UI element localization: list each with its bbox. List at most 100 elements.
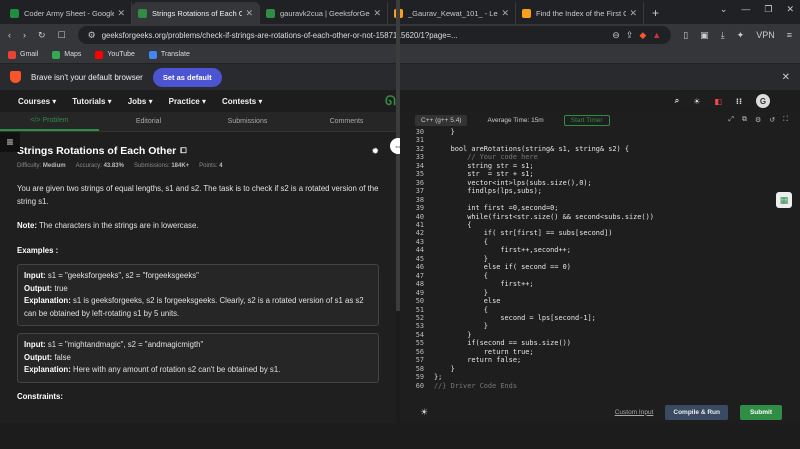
- close-tab-icon[interactable]: ✕: [629, 8, 637, 19]
- share-icon[interactable]: ⇪: [626, 30, 634, 41]
- code-text[interactable]: return false;: [434, 356, 521, 364]
- settings-icon[interactable]: ⚙: [755, 116, 761, 124]
- close-tab-icon[interactable]: ✕: [373, 8, 381, 19]
- tab-title[interactable]: gauravk2cua | GeeksforGeeks Pr: [280, 9, 370, 18]
- start-timer-button[interactable]: Start Timer: [563, 114, 610, 126]
- nav-item[interactable]: Tutorials ▾: [72, 97, 111, 106]
- vpn-button[interactable]: VPN: [756, 30, 775, 40]
- close-tab-icon[interactable]: ✕: [117, 8, 125, 19]
- close-banner-icon[interactable]: ✕: [782, 72, 790, 83]
- nav-item[interactable]: Jobs ▾: [128, 97, 153, 106]
- code-line[interactable]: 48 first++;: [408, 280, 800, 288]
- leo-icon[interactable]: ✦: [737, 30, 745, 41]
- menu-icon[interactable]: ≡: [787, 30, 792, 40]
- code-text[interactable]: int first =0,second=0;: [434, 204, 558, 212]
- problem-tab[interactable]: Submissions: [198, 112, 297, 131]
- code-text[interactable]: string str = s1;: [434, 162, 533, 170]
- chevron-down-icon[interactable]: ⌄: [720, 4, 728, 15]
- code-text[interactable]: return true;: [434, 348, 534, 356]
- bookmark-label[interactable]: Gmail: [20, 51, 38, 58]
- wallet-icon[interactable]: ▣: [700, 30, 709, 41]
- code-line[interactable]: 56 return true;: [408, 348, 800, 356]
- code-text[interactable]: findlps(lps,subs);: [434, 187, 542, 195]
- browser-tab[interactable]: gauravk2cua | GeeksforGeeks Pr✕: [260, 2, 388, 24]
- code-text[interactable]: {: [434, 306, 488, 314]
- restore-icon[interactable]: ❐: [764, 4, 772, 15]
- code-text[interactable]: }: [434, 365, 455, 373]
- compile-run-button[interactable]: Compile & Run: [665, 404, 728, 420]
- bookmark-label[interactable]: Maps: [64, 51, 81, 58]
- code-line[interactable]: 46 else if( second == 0): [408, 263, 800, 271]
- code-line[interactable]: 57 return false;: [408, 356, 800, 364]
- downloads-icon[interactable]: ⤓: [721, 30, 725, 41]
- close-tab-icon[interactable]: ✕: [245, 8, 253, 19]
- code-text[interactable]: }: [434, 289, 488, 297]
- code-line[interactable]: 33 // Your code here: [408, 153, 800, 161]
- bookmark-item[interactable]: YouTube: [95, 50, 135, 59]
- code-text[interactable]: {: [434, 238, 488, 246]
- code-line[interactable]: 38: [408, 196, 800, 204]
- code-line[interactable]: 34 string str = s1;: [408, 162, 800, 170]
- site-settings-icon[interactable]: ⚙: [88, 30, 96, 41]
- code-text[interactable]: else: [434, 297, 501, 305]
- code-text[interactable]: vector<int>lps(subs.size(),0);: [434, 179, 591, 187]
- hamburger-menu-icon[interactable]: ≡: [0, 132, 20, 152]
- set-as-default-button[interactable]: Set as default: [152, 67, 222, 87]
- code-text[interactable]: if(second == subs.size()): [434, 339, 571, 347]
- bookmark-item[interactable]: Maps: [52, 50, 81, 59]
- avatar[interactable]: G: [756, 94, 770, 108]
- code-line[interactable]: 54 }: [408, 331, 800, 339]
- close-icon[interactable]: ✕: [786, 4, 794, 15]
- code-line[interactable]: 45 }: [408, 255, 800, 263]
- brave-rewards-icon[interactable]: ▲: [652, 30, 661, 40]
- code-line[interactable]: 59};: [408, 373, 800, 381]
- code-line[interactable]: 42 if( str[first] == subs[second]): [408, 229, 800, 237]
- code-text[interactable]: }: [434, 322, 488, 330]
- reload-icon[interactable]: ↻: [38, 30, 46, 41]
- code-text[interactable]: str = str + s1;: [434, 170, 533, 178]
- notification-icon[interactable]: ◧: [714, 97, 722, 106]
- apps-icon[interactable]: ⁝⁝: [736, 97, 742, 106]
- code-line[interactable]: 43 {: [408, 238, 800, 246]
- browser-tab[interactable]: Find the Index of the First Occur✕: [516, 2, 644, 24]
- code-text[interactable]: first++,second++;: [434, 246, 571, 254]
- code-text[interactable]: first++;: [434, 280, 533, 288]
- code-text[interactable]: }: [434, 331, 471, 339]
- forward-icon[interactable]: ›: [23, 30, 26, 40]
- code-text[interactable]: }: [434, 128, 455, 136]
- problem-tab[interactable]: Editorial: [99, 112, 198, 131]
- code-text[interactable]: // Your code here: [434, 153, 538, 161]
- bookmark-icon[interactable]: ⧠: [180, 145, 186, 158]
- code-line[interactable]: 36 vector<int>lps(subs.size(),0);: [408, 179, 800, 187]
- code-line[interactable]: 55 if(second == subs.size()): [408, 339, 800, 347]
- expand-icon[interactable]: ⤢: [728, 116, 734, 124]
- tab-title[interactable]: Strings Rotations of Each Oth: [152, 9, 242, 18]
- bookmark-label[interactable]: YouTube: [107, 51, 135, 58]
- search-icon[interactable]: ⌕: [675, 96, 679, 106]
- bookmark-label[interactable]: Translate: [161, 51, 190, 58]
- code-line[interactable]: 31: [408, 136, 800, 144]
- code-line[interactable]: 32 bool areRotations(string& s1, string&…: [408, 145, 800, 153]
- url-field[interactable]: ⚙ geeksforgeeks.org/problems/check-if-st…: [77, 26, 672, 44]
- close-tab-icon[interactable]: ✕: [501, 8, 509, 19]
- code-line[interactable]: 58 }: [408, 365, 800, 373]
- zoom-icon[interactable]: ⊖: [612, 30, 620, 41]
- new-tab-icon[interactable]: +: [644, 2, 667, 24]
- language-select[interactable]: C++ (g++ 5.4): [415, 114, 468, 126]
- nav-item[interactable]: Practice ▾: [169, 97, 206, 106]
- fullscreen-icon[interactable]: ⛶: [783, 116, 788, 124]
- copy-icon[interactable]: ⧉: [742, 116, 747, 124]
- code-line[interactable]: 50 else: [408, 297, 800, 305]
- bug-report-icon[interactable]: ✹: [371, 144, 379, 158]
- code-line[interactable]: 35 str = str + s1;: [408, 170, 800, 178]
- bookmark-item[interactable]: Gmail: [8, 50, 38, 59]
- tab-title[interactable]: _Gaurav_Kewat_101_ - LeetCode: [408, 9, 498, 18]
- code-line[interactable]: 49 }: [408, 289, 800, 297]
- bookmark-icon[interactable]: ☐: [58, 30, 66, 41]
- nav-item[interactable]: Courses ▾: [18, 97, 56, 106]
- code-text[interactable]: else if( second == 0): [434, 263, 571, 271]
- code-line[interactable]: 40 while(first<str.size() && second<subs…: [408, 213, 800, 221]
- code-text[interactable]: second = lps[second-1];: [434, 314, 595, 322]
- custom-input-link[interactable]: Custom Input: [615, 409, 654, 416]
- back-icon[interactable]: ‹: [8, 30, 11, 40]
